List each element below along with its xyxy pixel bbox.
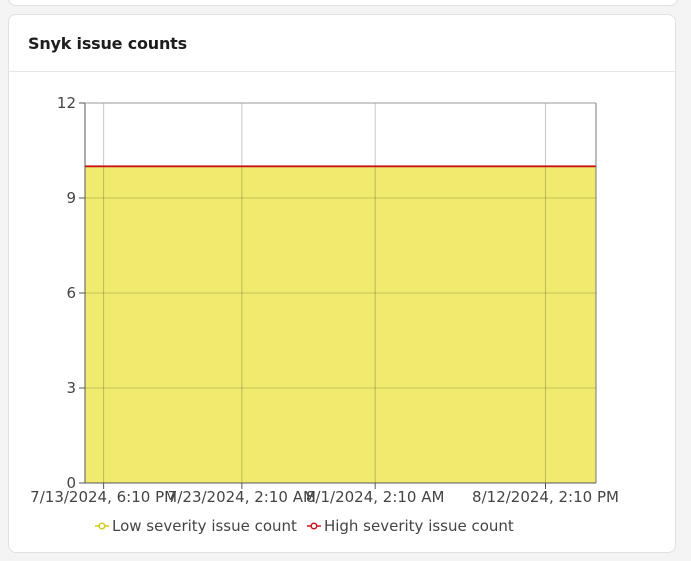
legend-item: High severity issue count [306, 517, 514, 535]
x-tick-label: 8/1/2024, 2:10 AM [306, 488, 445, 506]
x-tick-label: 7/13/2024, 6:10 PM [30, 488, 177, 506]
legend-label: High severity issue count [324, 517, 514, 535]
y-tick-label: 9 [66, 189, 76, 207]
legend-item: Low severity issue count [95, 517, 297, 535]
legend: Low severity issue count High severity is… [95, 517, 514, 535]
y-tick-label: 12 [57, 94, 76, 112]
series-area-0 [85, 166, 596, 484]
legend-label: Low severity issue count [112, 517, 297, 535]
legend-marker-dot [310, 522, 318, 530]
x-tick-label: 8/12/2024, 2:10 PM [472, 488, 619, 506]
y-tick-label: 6 [66, 284, 76, 302]
legend-marker-dot [98, 522, 106, 530]
x-tick-label: 7/23/2024, 2:10 AM [168, 488, 316, 506]
issue-count-chart: 0369127/13/2024, 6:10 PM7/23/2024, 2:10 … [30, 94, 619, 535]
y-tick-label: 3 [66, 379, 76, 397]
